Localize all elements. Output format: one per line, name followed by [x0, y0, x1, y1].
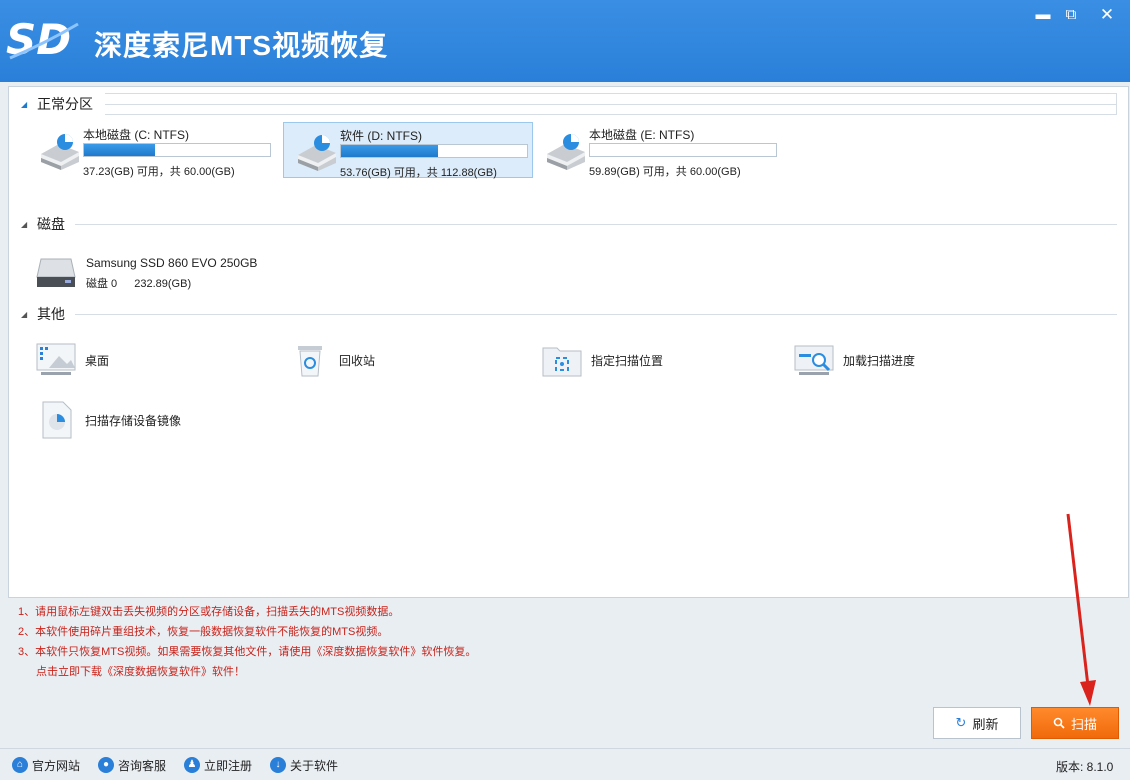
title-bar: SD 深度索尼MTS视频恢复 ▬ ⧉ ✕: [0, 0, 1130, 82]
ssd-icon: [36, 258, 76, 287]
app-logo-icon: SD: [6, 15, 79, 64]
version-label: 版本: 8.1.0: [1056, 760, 1114, 774]
minimize-button[interactable]: ▬: [1030, 4, 1056, 26]
customer-service-link[interactable]: ● 咨询客服: [98, 755, 166, 775]
tip-line: 3、本软件只恢复MTS视频。如果需要恢复其他文件，请使用《深度数据恢复软件》软件…: [18, 646, 477, 658]
scan-location-icon: [542, 347, 582, 377]
annotation-arrow-icon: [1066, 513, 1096, 706]
close-button[interactable]: ✕: [1094, 4, 1120, 26]
partition-capacity: 53.76(GB) 可用，共 112.88(GB): [340, 167, 497, 179]
section-label: 磁盘: [37, 216, 65, 232]
register-link[interactable]: ♟ 立即注册: [184, 755, 252, 775]
other-recycle-bin[interactable]: 回收站: [289, 340, 375, 380]
link-label: 咨询客服: [118, 758, 167, 773]
collapse-icon: ◢: [21, 219, 28, 229]
scan-label: 扫描: [1070, 716, 1097, 732]
other-label: 加载扫描进度: [843, 353, 916, 368]
tip-line: 1、请用鼠标左键双击丢失视频的分区或存储设备，扫描丢失的MTS视频数据。: [18, 606, 400, 618]
partition-usage-bar: [589, 143, 777, 157]
other-label: 桌面: [85, 353, 110, 368]
collapse-icon: ◢: [21, 309, 28, 319]
desktop-icon: [36, 343, 76, 375]
partition-d[interactable]: 软件 (D: NTFS) 53.76(GB) 可用，共 112.88(GB): [283, 122, 533, 179]
about-link[interactable]: ↓ 关于软件: [270, 755, 338, 775]
refresh-icon: ↻: [955, 715, 967, 730]
hard-drive-icon: [41, 134, 79, 170]
status-bar: ⌂ 官方网站 ● 咨询客服 ♟ 立即注册 ↓ 关于软件 版本: 8.1.0: [0, 748, 1130, 780]
disk-info: 磁盘 0 232.89(GB): [86, 275, 191, 291]
disk-name: Samsung SSD 860 EVO 250GB: [86, 256, 258, 270]
app-title: 深度索尼MTS视频恢复: [94, 30, 389, 61]
other-label: 回收站: [339, 353, 376, 368]
refresh-label: 刷新: [972, 716, 999, 732]
partition-c[interactable]: 本地磁盘 (C: NTFS) 37.23(GB) 可用，共 60.00(GB): [27, 122, 277, 178]
refresh-button[interactable]: ↻ 刷新: [933, 707, 1021, 739]
disk-image-icon: [42, 401, 72, 439]
partition-usage-bar: [340, 144, 528, 158]
collapse-icon: ◢: [21, 99, 28, 109]
download-link[interactable]: 点击立即下载《深度数据恢复软件》软件！: [18, 662, 476, 682]
recycle-bin-icon: [298, 346, 322, 377]
load-progress-icon: [794, 345, 834, 375]
scan-button[interactable]: 扫描: [1031, 707, 1119, 739]
partition-capacity: 59.89(GB) 可用，共 60.00(GB): [589, 166, 741, 178]
device-panel: ◢ 正常分区 本地磁盘 (C: NTFS) 37.23(GB) 可用，共 60.…: [8, 86, 1129, 598]
section-divider: [75, 224, 1117, 225]
hard-drive-icon: [298, 135, 336, 171]
disk-index: 磁盘 0: [86, 278, 118, 290]
hard-drive-icon: [547, 134, 585, 170]
other-load-progress[interactable]: 加载扫描进度: [793, 340, 915, 380]
info-icon: ↓: [270, 757, 286, 773]
link-label: 官方网站: [32, 758, 81, 773]
other-desktop[interactable]: 桌面: [35, 340, 109, 380]
partition-name: 软件 (D: NTFS): [340, 129, 422, 143]
section-others-header[interactable]: ◢ 其他: [21, 304, 65, 324]
section-label: 其他: [37, 306, 65, 322]
disk-size: 232.89(GB): [134, 278, 192, 290]
physical-disk[interactable]: Samsung SSD 860 EVO 250GB 磁盘 0 232.89(GB…: [35, 253, 335, 303]
partition-capacity: 37.23(GB) 可用，共 60.00(GB): [83, 166, 235, 178]
link-label: 立即注册: [204, 758, 253, 773]
search-icon: [1053, 717, 1065, 729]
chat-icon: ●: [98, 757, 114, 773]
link-label: 关于软件: [290, 758, 339, 773]
other-disk-image[interactable]: 扫描存储设备镜像: [35, 400, 181, 440]
partition-name: 本地磁盘 (C: NTFS): [83, 128, 189, 142]
section-label: 正常分区: [37, 96, 93, 112]
usage-tips: 1、请用鼠标左键双击丢失视频的分区或存储设备，扫描丢失的MTS视频数据。 2、本…: [18, 602, 476, 682]
section-header-frame: [105, 93, 1117, 115]
section-partitions-header[interactable]: ◢ 正常分区: [21, 94, 93, 114]
partition-e[interactable]: 本地磁盘 (E: NTFS) 59.89(GB) 可用，共 60.00(GB): [533, 122, 783, 178]
other-scan-location[interactable]: 指定扫描位置: [541, 340, 663, 380]
user-icon: ♟: [184, 757, 200, 773]
official-site-link[interactable]: ⌂ 官方网站: [12, 755, 80, 775]
other-label: 指定扫描位置: [591, 353, 664, 368]
other-label: 扫描存储设备镜像: [85, 413, 182, 428]
home-icon: ⌂: [12, 757, 28, 773]
section-disks-header[interactable]: ◢ 磁盘: [21, 214, 65, 234]
partition-usage-bar: [83, 143, 271, 157]
tip-line: 2、本软件使用碎片重组技术，恢复一般数据恢复软件不能恢复的MTS视频。: [18, 626, 389, 638]
partition-name: 本地磁盘 (E: NTFS): [589, 128, 695, 142]
section-divider: [75, 314, 1117, 315]
maximize-button[interactable]: ⧉: [1058, 4, 1084, 26]
